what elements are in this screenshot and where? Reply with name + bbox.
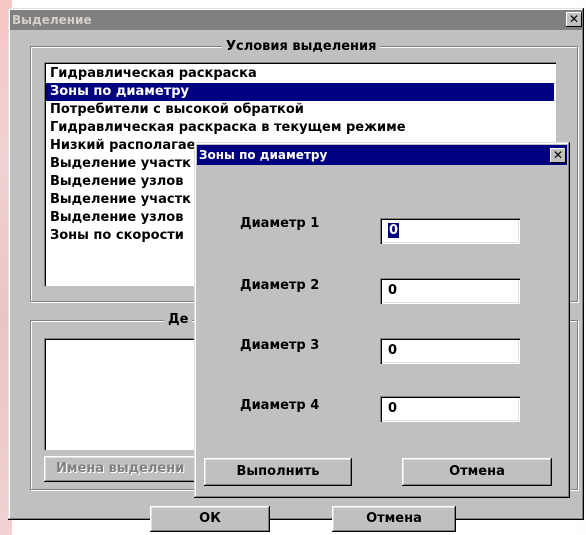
diameter-1-value[interactable]: 0 bbox=[388, 223, 400, 238]
diameter-2-field[interactable]: 0 bbox=[380, 278, 520, 304]
list-item[interactable]: Выделение участк bbox=[46, 155, 191, 173]
selection-names-button[interactable]: Имена выделени bbox=[44, 456, 204, 482]
conditions-group-caption: Условия выделения bbox=[222, 40, 381, 54]
list-item[interactable]: Гидравлическая раскраска bbox=[46, 65, 257, 83]
child-cancel-button[interactable]: Отмена bbox=[402, 458, 552, 486]
diameter-4-field[interactable]: 0 bbox=[380, 396, 520, 422]
ok-button[interactable]: ОК bbox=[150, 506, 270, 532]
list-item[interactable]: Выделение узлов bbox=[46, 209, 183, 227]
diameter-1-label: Диаметр 1 bbox=[240, 216, 320, 231]
diameter-3-field[interactable]: 0 bbox=[380, 338, 520, 364]
selection-names-list[interactable] bbox=[44, 338, 204, 450]
diameter-2-label: Диаметр 2 bbox=[240, 278, 320, 293]
main-dialog-title: Выделение bbox=[10, 10, 582, 30]
diameter-3-label: Диаметр 3 bbox=[240, 338, 320, 353]
main-close-icon[interactable]: ✕ bbox=[566, 12, 582, 27]
actions-group-caption: Де bbox=[164, 313, 193, 327]
list-item[interactable]: Зоны по скорости bbox=[46, 227, 184, 245]
child-close-icon[interactable]: ✕ bbox=[550, 148, 566, 163]
diameter-4-label: Диаметр 4 bbox=[240, 398, 320, 413]
main-cancel-button[interactable]: Отмена bbox=[332, 506, 456, 532]
list-item[interactable]: Выделение участк bbox=[46, 191, 191, 209]
child-dialog-title: Зоны по диаметру bbox=[197, 145, 567, 165]
list-item[interactable]: Низкий располагае bbox=[46, 137, 195, 155]
list-item[interactable]: Потребители с высокой обраткой bbox=[46, 101, 304, 119]
diameter-zones-dialog bbox=[194, 142, 570, 498]
execute-button[interactable]: Выполнить bbox=[204, 458, 352, 486]
list-item-selected[interactable]: Зоны по диаметру bbox=[46, 83, 554, 101]
list-item[interactable]: Гидравлическая раскраска в текущем режим… bbox=[46, 119, 406, 137]
list-item[interactable]: Выделение узлов bbox=[46, 173, 183, 191]
diameter-1-field[interactable]: 0 bbox=[380, 218, 520, 244]
